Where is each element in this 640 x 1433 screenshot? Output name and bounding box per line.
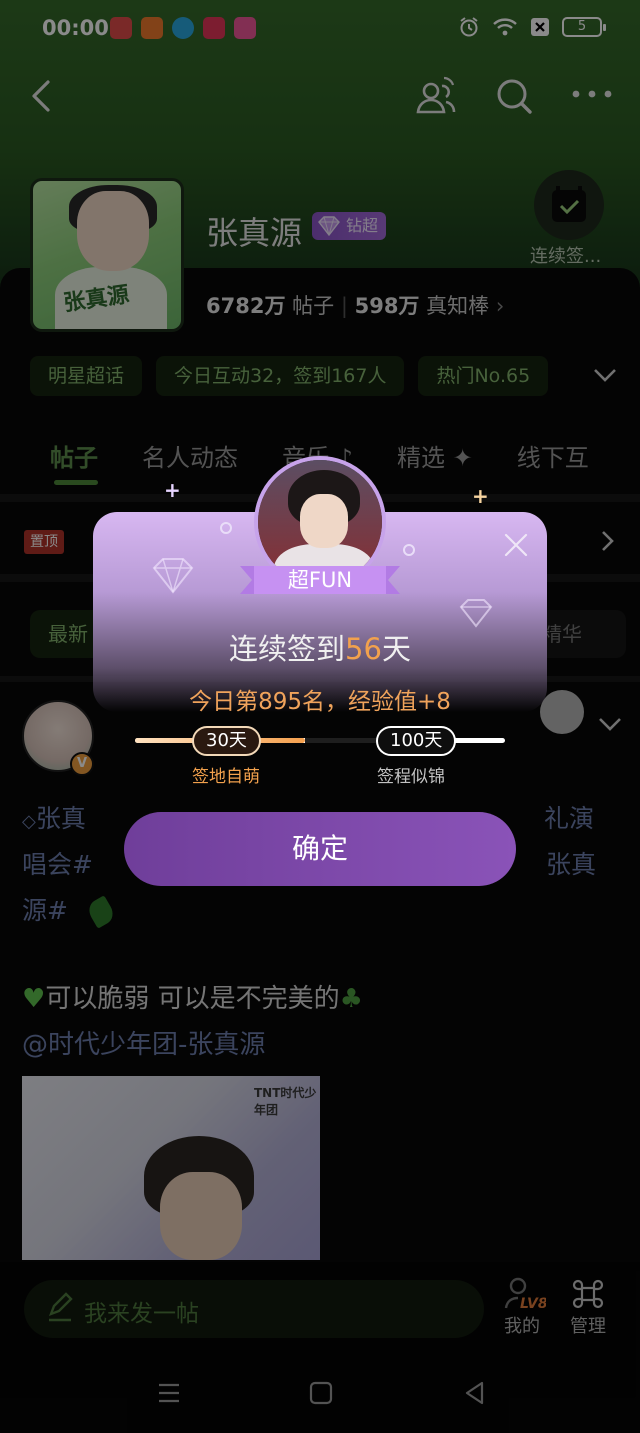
milestone-100-label: 签程似锦 <box>377 767 445 787</box>
ring-decoration <box>220 522 232 534</box>
milestone-30: 30天 <box>192 726 261 756</box>
diamond-icon <box>152 558 194 594</box>
sparkle-icon: + <box>472 484 489 508</box>
sparkle-icon: + <box>164 478 181 502</box>
checkin-title: 连续签到56天 <box>229 632 411 666</box>
close-icon[interactable] <box>503 532 529 558</box>
modal-backdrop[interactable] <box>0 0 640 1433</box>
ring-decoration <box>403 544 415 556</box>
checkin-days: 56 <box>345 632 382 666</box>
rank-text: 今日第895名，经验值+8 <box>189 689 451 715</box>
fun-badge-text: 超FUN <box>287 568 353 592</box>
confirm-button[interactable]: 确定 <box>124 812 516 886</box>
milestone-30-label: 签地自萌 <box>192 767 260 787</box>
diamond-icon <box>459 599 493 628</box>
milestone-100: 100天 <box>376 726 457 756</box>
